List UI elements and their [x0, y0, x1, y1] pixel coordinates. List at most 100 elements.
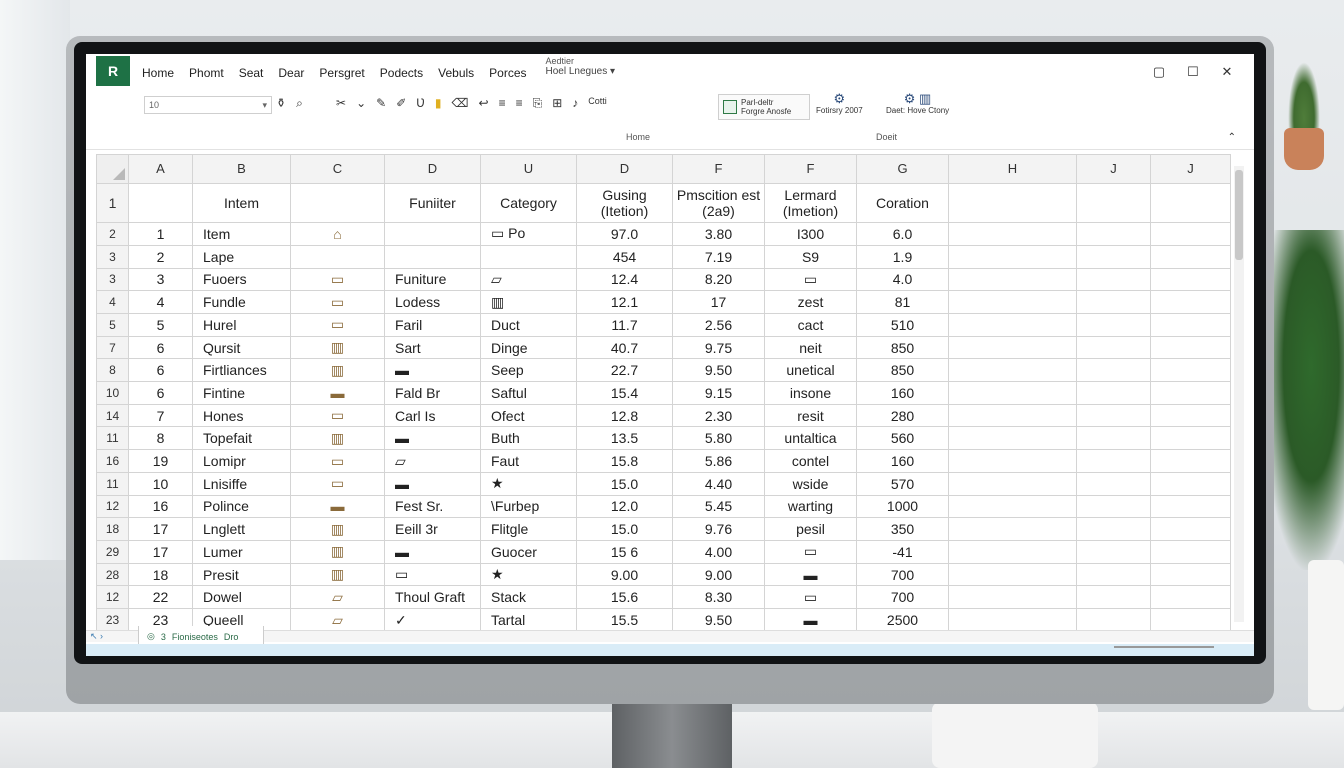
cell-g[interactable]: 9.15 [672, 381, 765, 405]
row-header[interactable]: 28 [96, 562, 129, 587]
empty-cell[interactable] [948, 471, 1077, 496]
empty-cell[interactable] [1150, 290, 1231, 314]
cell-e[interactable]: Faut [480, 449, 577, 473]
row-header[interactable]: 4 [96, 290, 129, 314]
empty-cell[interactable] [1076, 335, 1151, 360]
empty-cell[interactable] [1076, 449, 1151, 473]
empty-cell[interactable] [1076, 426, 1151, 451]
cell-e[interactable]: Saftul [480, 381, 577, 405]
cell-e[interactable]: Stack [480, 585, 577, 610]
cell-c[interactable]: ▭ [290, 290, 385, 314]
cell-d[interactable]: ▬ [384, 539, 481, 564]
column-header-u[interactable]: U [480, 154, 577, 184]
cell-g[interactable]: 2.30 [672, 403, 765, 428]
cell-h[interactable]: ▭ [764, 267, 857, 292]
empty-cell[interactable] [1150, 426, 1231, 451]
merge-icon[interactable]: ⊞ [552, 96, 562, 111]
empty-cell[interactable] [1076, 267, 1151, 292]
cell-a[interactable]: 22 [128, 585, 193, 610]
cell-f[interactable]: 40.7 [576, 335, 673, 360]
empty-cell[interactable] [1150, 222, 1231, 246]
header-cell[interactable]: Pmscition est (2a9) [672, 182, 765, 224]
empty-cell[interactable] [948, 244, 1077, 269]
empty-cell[interactable] [1076, 403, 1151, 428]
brush-icon[interactable]: ✐ [396, 96, 406, 111]
cell-h[interactable]: cact [764, 312, 857, 337]
cell-f[interactable]: 97.0 [576, 222, 673, 246]
cell-c[interactable]: ▥ [290, 517, 385, 541]
cell-d[interactable]: ▬ [384, 426, 481, 451]
cell-i[interactable]: 4.0 [856, 267, 949, 292]
cell-g[interactable]: 9.00 [672, 562, 765, 587]
cell-h[interactable]: resit [764, 403, 857, 428]
header-cell[interactable]: Coration [856, 182, 949, 224]
column-header-b[interactable]: B [192, 154, 291, 184]
cell-d[interactable]: Funiture [384, 267, 481, 292]
cell-a[interactable]: 2 [128, 244, 193, 269]
empty-cell[interactable] [948, 517, 1077, 541]
row-header[interactable]: 12 [96, 494, 129, 519]
header-cell[interactable] [128, 182, 193, 224]
cell-a[interactable]: 4 [128, 290, 193, 314]
empty-cell[interactable] [1150, 471, 1231, 496]
align-left-icon[interactable]: ≡ [499, 96, 506, 111]
cell-b[interactable]: Firtliances [192, 358, 291, 383]
column-header-f2[interactable]: F [764, 154, 857, 184]
empty-cell[interactable] [948, 381, 1077, 405]
empty-cell[interactable] [1076, 381, 1151, 405]
cell-h[interactable]: S9 [764, 244, 857, 269]
header-cell[interactable] [948, 182, 1077, 224]
cell-e[interactable]: \Furbep [480, 494, 577, 519]
cell-i[interactable]: 6.0 [856, 222, 949, 246]
cell-a[interactable]: 3 [128, 267, 193, 292]
cell-c[interactable] [290, 244, 385, 269]
cell-e[interactable]: ★ [480, 562, 577, 587]
cell-d[interactable]: Thoul Graft [384, 585, 481, 610]
cut-icon[interactable]: ✂ [336, 96, 346, 111]
cell-f[interactable]: 15 6 [576, 539, 673, 564]
cell-i[interactable]: -41 [856, 539, 949, 564]
scrollbar-thumb[interactable] [1235, 170, 1243, 260]
empty-cell[interactable] [1150, 449, 1231, 473]
cell-d[interactable]: Fest Sr. [384, 494, 481, 519]
row-header[interactable]: 3 [96, 244, 129, 269]
cell-i[interactable]: 350 [856, 517, 949, 541]
empty-cell[interactable] [948, 403, 1077, 428]
empty-cell[interactable] [1150, 244, 1231, 269]
cell-a[interactable]: 10 [128, 471, 193, 496]
header-cell[interactable] [1150, 182, 1231, 224]
cell-a[interactable]: 16 [128, 494, 193, 519]
row-header[interactable]: 11 [96, 426, 129, 451]
column-header-j[interactable]: J [1076, 154, 1151, 184]
tab-vebuls[interactable]: Vebuls [438, 66, 474, 80]
cell-d[interactable]: ▱ [384, 449, 481, 473]
cell-f[interactable]: 22.7 [576, 358, 673, 383]
insert-button[interactable]: ⚙ ▥ Daet: Hove Ctony [886, 92, 949, 116]
cell-e[interactable]: Seep [480, 358, 577, 383]
empty-cell[interactable] [1150, 403, 1231, 428]
sheet-nav-arrows[interactable]: ↖ › [90, 631, 103, 642]
cell-e[interactable]: ▱ [480, 267, 577, 292]
cell-b[interactable]: Lnglett [192, 517, 291, 541]
tab-phomt[interactable]: Phomt [189, 66, 224, 80]
cell-b[interactable]: Fundle [192, 290, 291, 314]
cell-d[interactable]: ✓ [384, 608, 481, 632]
cell-i[interactable]: 160 [856, 449, 949, 473]
cell-g[interactable]: 9.75 [672, 335, 765, 360]
column-header-a[interactable]: A [128, 154, 193, 184]
underline-icon[interactable]: Ʋ [416, 96, 425, 111]
row-header[interactable]: 29 [96, 539, 129, 564]
empty-cell[interactable] [1150, 539, 1231, 564]
cell-e[interactable]: Ofect [480, 403, 577, 428]
row-header[interactable]: 23 [96, 608, 129, 632]
cell-f[interactable]: 9.00 [576, 562, 673, 587]
cell-d[interactable]: Faril [384, 312, 481, 337]
cell-i[interactable]: 81 [856, 290, 949, 314]
cell-d[interactable]: ▬ [384, 471, 481, 496]
cell-g[interactable]: 3.80 [672, 222, 765, 246]
row-header[interactable]: 16 [96, 449, 129, 473]
empty-cell[interactable] [1076, 608, 1151, 632]
cell-b[interactable]: Hones [192, 403, 291, 428]
cell-b[interactable]: Lape [192, 244, 291, 269]
cell-d[interactable]: ▭ [384, 562, 481, 587]
